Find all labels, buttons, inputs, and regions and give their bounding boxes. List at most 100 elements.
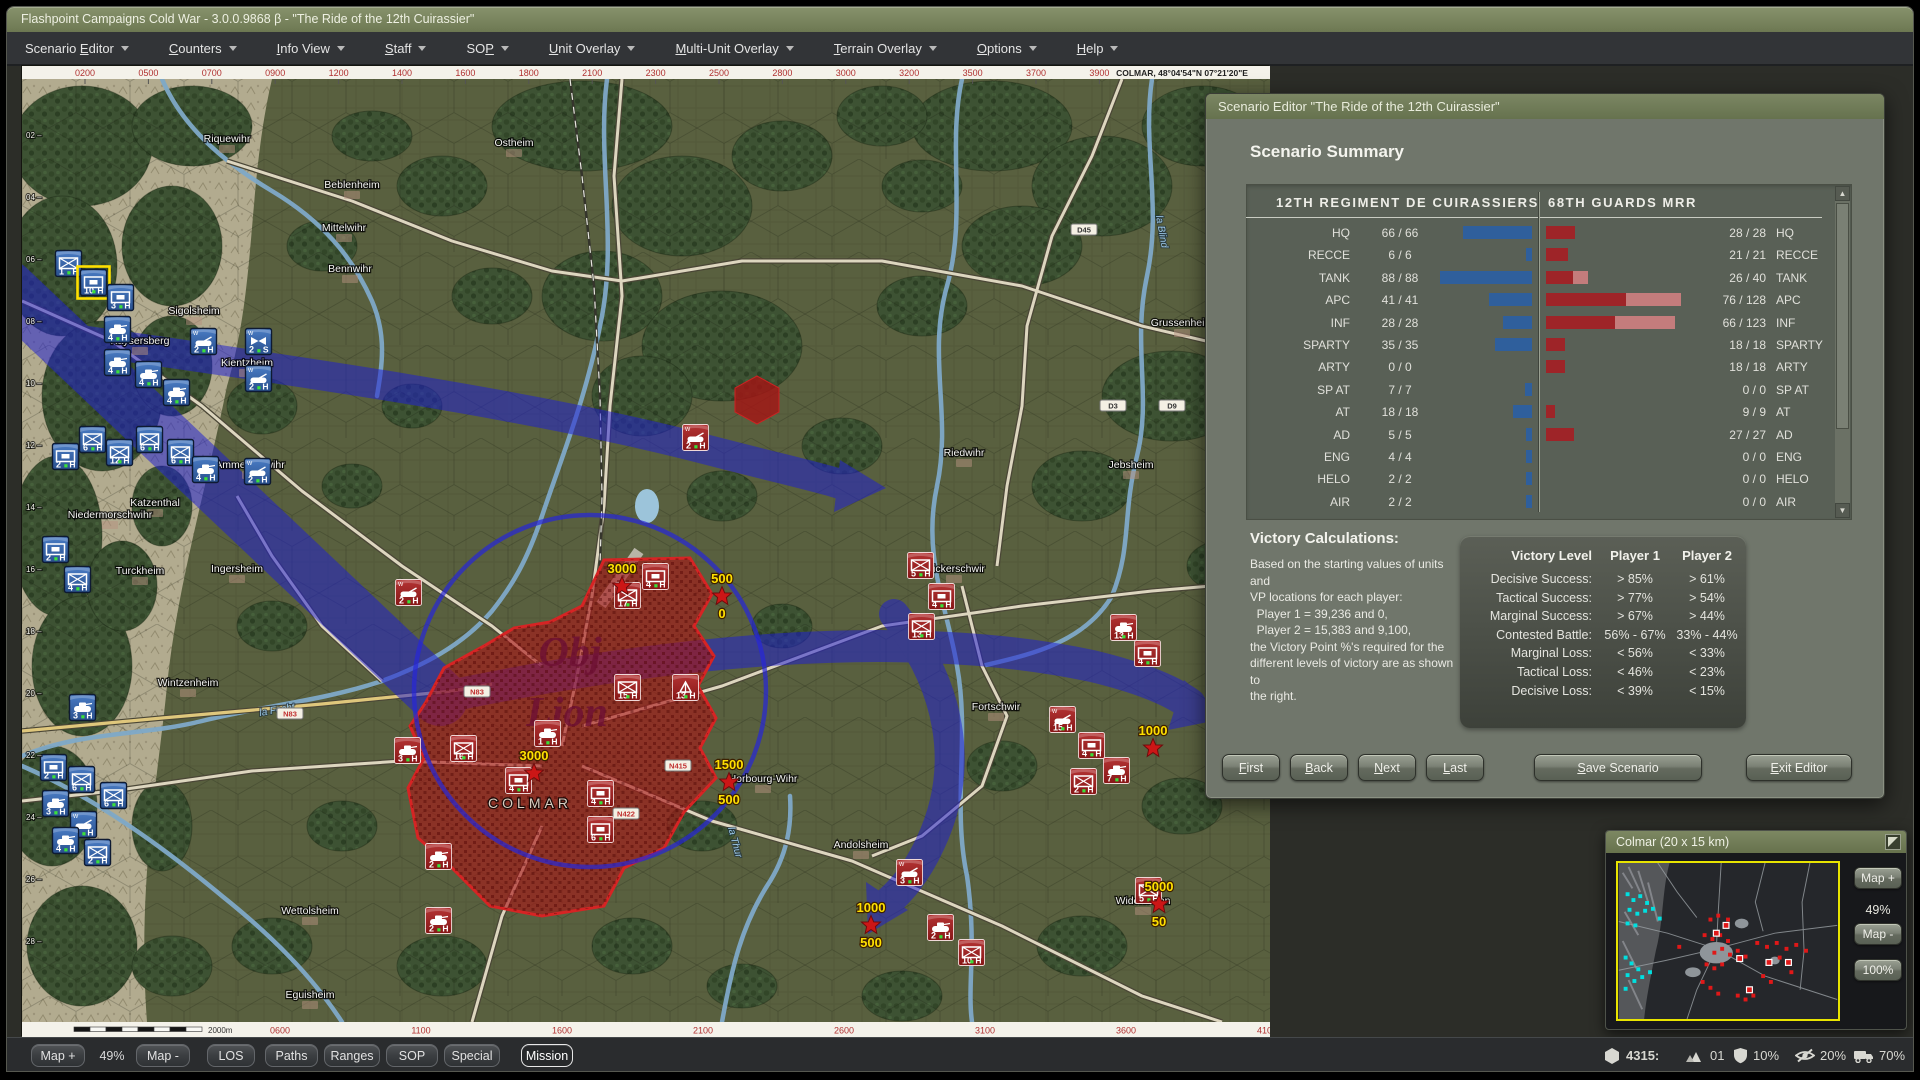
red-unit-counter[interactable]: 2H xyxy=(1071,769,1097,795)
toolbar-map-button[interactable]: Map - xyxy=(136,1044,190,1067)
red-unit-counter[interactable]: 7H xyxy=(1104,758,1130,784)
minimap-map-button[interactable]: Map - xyxy=(1854,923,1902,945)
back-button[interactable]: Back xyxy=(1290,754,1348,781)
victory-player1-value: 56% - 67% xyxy=(1598,628,1672,642)
red-unit-counter[interactable]: 4H xyxy=(1135,641,1161,667)
dialog-title-bar[interactable]: Scenario Editor "The Ride of the 12th Cu… xyxy=(1206,94,1884,119)
red-unit-counter[interactable]: 13H xyxy=(909,614,935,640)
map-canvas[interactable]: ObjLion RiquewihrOstheimBeblenheimMittel… xyxy=(22,66,1270,1037)
blue-unit-counter[interactable]: 6H xyxy=(80,427,106,453)
blue-unit-counter[interactable]: 4H xyxy=(105,317,131,343)
first-button[interactable]: First xyxy=(1222,754,1280,781)
scroll-up-button[interactable]: ▲ xyxy=(1835,186,1850,201)
red-unit-counter[interactable]: 5H xyxy=(908,553,934,579)
menu-options[interactable]: Options xyxy=(971,37,1043,60)
blue-unit-counter[interactable]: 2H xyxy=(41,755,67,781)
blue-unit-counter[interactable]: 4H xyxy=(193,457,219,483)
blue-unit-counter[interactable]: 6H xyxy=(137,427,163,453)
minimap-enemy-unit xyxy=(1769,980,1773,984)
menu-terrain-overlay[interactable]: Terrain Overlay xyxy=(828,37,943,60)
blue-unit-counter[interactable]: 4H xyxy=(105,350,131,376)
minimap-title-bar[interactable]: Colmar (20 x 15 km) xyxy=(1606,831,1906,853)
red-unit-counter[interactable]: W2H xyxy=(396,580,422,606)
chevron-down-icon xyxy=(229,46,237,51)
blue-unit-counter[interactable]: 6H xyxy=(69,767,95,793)
last-button[interactable]: Last xyxy=(1426,754,1484,781)
unit-type-row: AIR2 / 20 / 0AIR xyxy=(1246,491,1822,513)
window-title-bar[interactable]: Flashpoint Campaigns Cold War - 3.0.0.98… xyxy=(7,7,1913,32)
svg-text:W: W xyxy=(248,368,254,374)
red-unit-counter[interactable]: 3H xyxy=(395,738,421,764)
toolbar-los-button[interactable]: LOS xyxy=(207,1044,255,1067)
red-unit-counter[interactable]: 13H xyxy=(673,675,699,701)
scrollbar-thumb[interactable] xyxy=(1836,203,1849,429)
red-unit-counter[interactable]: 16H xyxy=(451,736,477,762)
map-viewport[interactable]: ObjLion RiquewihrOstheimBeblenheimMittel… xyxy=(21,65,1269,1036)
ruler-label: 2500 xyxy=(709,68,729,78)
blue-unit-counter[interactable]: 4H xyxy=(136,362,162,388)
toolbar-mission-button[interactable]: Mission xyxy=(521,1044,573,1067)
blue-unit-counter[interactable]: 3H xyxy=(70,695,96,721)
next-button[interactable]: Next xyxy=(1358,754,1416,781)
menu-sop[interactable]: SOP xyxy=(460,37,514,60)
blue-unit-counter[interactable]: W2H xyxy=(246,366,272,392)
blue-unit-counter[interactable]: 10H xyxy=(78,267,110,299)
red-unit-counter[interactable]: 4H xyxy=(588,781,614,807)
blue-unit-counter[interactable]: 2H xyxy=(53,444,79,470)
blue-unit-counter[interactable]: 2H xyxy=(43,537,69,563)
road-badge: N422 xyxy=(613,808,639,819)
red-unit-counter[interactable]: 2H xyxy=(928,915,954,941)
red-unit-counter[interactable]: 2H xyxy=(426,844,452,870)
blue-unit-counter[interactable]: 6H xyxy=(168,440,194,466)
blue-unit-counter[interactable]: 2H xyxy=(85,840,111,866)
red-unit-counter[interactable]: 2H xyxy=(426,908,452,934)
chevron-down-icon xyxy=(1110,46,1118,51)
minimap-map-button[interactable]: Map + xyxy=(1854,867,1902,889)
menu-unit-overlay[interactable]: Unit Overlay xyxy=(543,37,642,60)
blue-unit-counter[interactable]: 6H xyxy=(101,783,127,809)
menu-staff[interactable]: Staff xyxy=(379,37,433,60)
victory-point-value: 50 xyxy=(1152,914,1166,929)
toolbar-paths-button[interactable]: Paths xyxy=(265,1044,318,1067)
blue-unit-counter[interactable]: 4H xyxy=(53,828,79,854)
menu-multi-unit-overlay[interactable]: Multi-Unit Overlay xyxy=(669,37,799,60)
scroll-down-button[interactable]: ▼ xyxy=(1835,503,1850,518)
minimap-image[interactable] xyxy=(1616,861,1840,1021)
red-unit-counter[interactable]: 4H xyxy=(1079,733,1105,759)
red-unit-counter[interactable]: W2H xyxy=(683,425,709,451)
menu-info-view[interactable]: Info View xyxy=(271,37,351,60)
menu-scenario-editor[interactable]: Scenario Editor xyxy=(19,37,135,60)
svg-text:2: 2 xyxy=(429,860,434,870)
blue-unit-counter[interactable]: 4H xyxy=(164,380,190,406)
blue-unit-counter[interactable]: 3H xyxy=(43,791,69,817)
toolbar-sop-button[interactable]: SOP xyxy=(386,1044,438,1067)
menu-counters[interactable]: Counters xyxy=(163,37,243,60)
red-unit-counter[interactable]: 15H xyxy=(615,675,641,701)
blue-unit-counter[interactable]: 3H xyxy=(108,285,134,311)
collapse-icon[interactable] xyxy=(1885,834,1901,850)
victory-player2-value: > 44% xyxy=(1672,609,1742,623)
red-unit-counter[interactable]: W3H xyxy=(897,860,923,886)
svg-text:7: 7 xyxy=(1107,774,1112,784)
toolbar-map-button[interactable]: Map + xyxy=(31,1044,85,1067)
svg-text:W: W xyxy=(899,862,905,868)
red-unit-counter[interactable]: 4H xyxy=(643,564,669,590)
red-unit-counter[interactable]: 13H xyxy=(1111,615,1137,641)
table-scrollbar[interactable]: ▲ ▼ xyxy=(1835,186,1850,518)
blue-unit-counter[interactable]: 12H xyxy=(107,440,133,466)
save-scenario-button[interactable]: Save Scenario xyxy=(1534,754,1702,781)
blue-unit-counter[interactable]: W2H xyxy=(191,329,217,355)
red-unit-counter[interactable]: W15H xyxy=(1050,707,1076,733)
exit-editor-button[interactable]: Exit Editor xyxy=(1746,754,1852,781)
blue-unit-counter[interactable]: 4H xyxy=(65,567,91,593)
blue-unit-counter[interactable]: W2H xyxy=(245,459,271,485)
toolbar-special-button[interactable]: Special xyxy=(444,1044,500,1067)
blue-unit-counter[interactable]: W2S xyxy=(246,329,272,355)
red-unit-counter[interactable]: 4H xyxy=(929,584,955,610)
red-unit-counter[interactable]: 1H xyxy=(535,721,561,747)
red-unit-counter[interactable]: 10H xyxy=(959,940,985,966)
toolbar-ranges-button[interactable]: Ranges xyxy=(324,1044,380,1067)
menu-help[interactable]: Help xyxy=(1071,37,1125,60)
minimap-100-button[interactable]: 100% xyxy=(1854,959,1902,981)
red-unit-counter[interactable]: 6H xyxy=(588,817,614,843)
